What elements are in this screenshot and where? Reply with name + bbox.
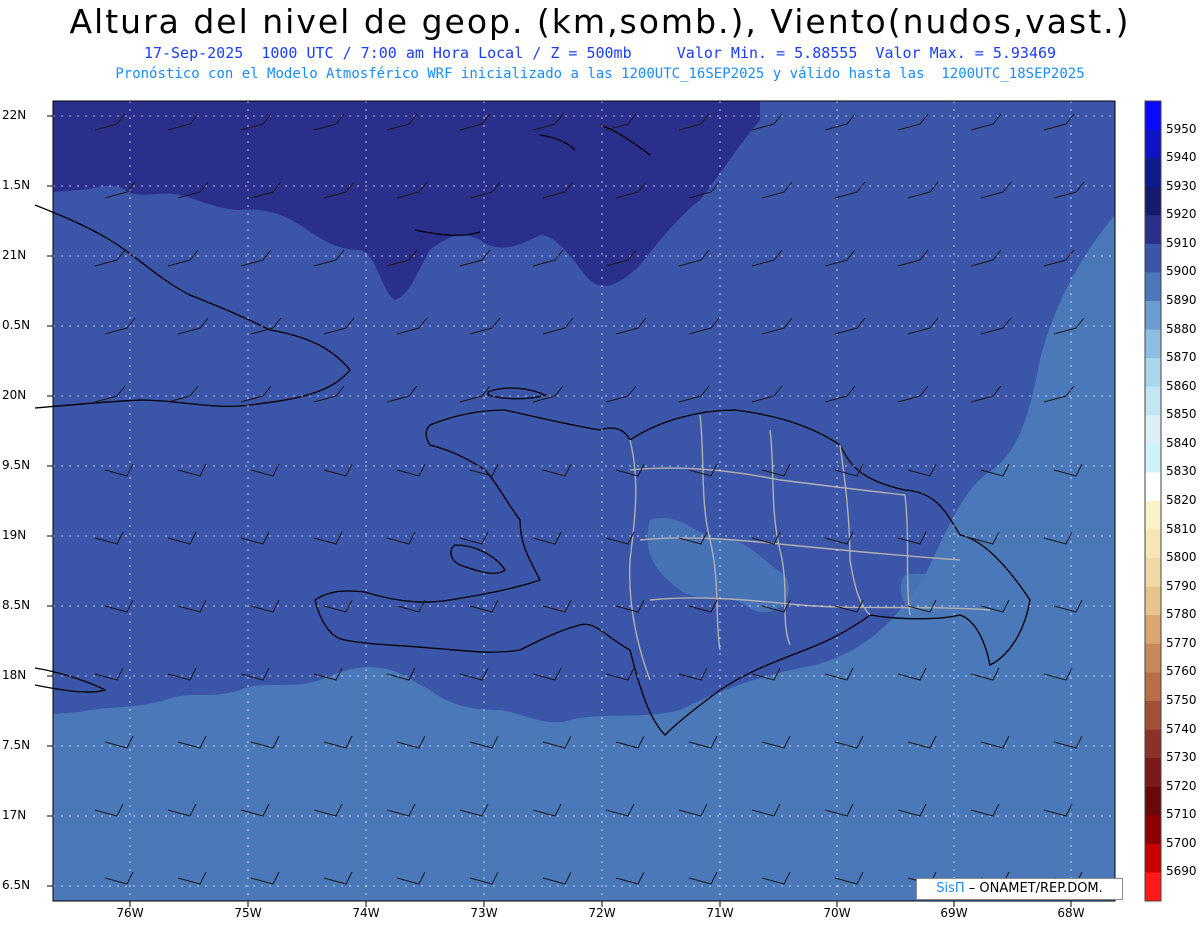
lat-label: 9.5N [2,458,31,472]
colorbar-swatch [1145,243,1161,273]
colorbar-swatch [1145,272,1161,302]
colorbar-label: 5750 [1166,693,1197,707]
colorbar-swatch [1145,643,1161,673]
colorbar-label: 5950 [1166,121,1197,136]
colorbar-swatch [1145,472,1161,502]
lat-label: 6.5N [2,878,31,892]
colorbar-label: 5940 [1166,150,1197,165]
colorbar-swatch [1145,701,1161,731]
colorbar-label: 5920 [1166,207,1197,222]
colorbar-label: 5730 [1166,750,1197,765]
colorbar-label: 5810 [1166,521,1197,536]
lon-label: 69W [940,906,968,920]
colorbar-swatch [1145,501,1161,531]
lat-label: 7.5N [2,738,31,752]
lat-label: 1.5N [2,178,31,192]
credit-box: SisΠ – ONAMET/REP.DOM. [916,878,1123,900]
lat-label: 22N [2,108,27,122]
colorbar-label: 5800 [1166,550,1197,565]
lon-label: 73W [470,906,498,920]
colorbar-label: 5890 [1166,293,1197,307]
colorbar-label: 5840 [1166,435,1197,450]
colorbar-swatch [1145,415,1161,445]
colorbar-swatch [1145,386,1161,416]
colorbar-swatch [1145,529,1161,559]
lon-label: 74W [352,906,380,920]
colorbar-label: 5870 [1166,350,1197,365]
colorbar-swatch [1145,215,1161,245]
colorbar-label: 5790 [1166,578,1197,593]
colorbar-label: 5690 [1166,864,1197,879]
colorbar-swatch [1145,758,1161,788]
colorbar-swatch [1145,815,1161,845]
colorbar-label: 5720 [1166,778,1197,793]
colorbar-label: 5880 [1166,321,1197,336]
lon-label: 70W [823,906,851,920]
colorbar-label: 5850 [1166,407,1197,422]
colorbar-label: 5710 [1166,807,1197,822]
colorbar-swatch [1145,129,1161,159]
colorbar-swatch [1145,558,1161,588]
lon-label: 72W [588,906,616,920]
sispi-logo: SisΠ [936,881,965,896]
lon-label: 75W [234,906,262,920]
colorbar-swatch [1145,358,1161,388]
colorbar-swatch [1145,443,1161,473]
colorbar-label: 5900 [1166,264,1197,279]
map-canvas [34,100,1162,907]
colorbar-label: 5860 [1166,378,1197,393]
lat-label: 17N [2,808,27,822]
lon-label: 68W [1057,906,1085,920]
colorbar-swatch [1145,586,1161,616]
colorbar-label: 5910 [1166,235,1197,250]
lat-label: 21N [2,248,27,262]
colorbar-swatch [1145,186,1161,216]
colorbar-swatch [1145,301,1161,331]
colorbar-label: 5820 [1166,493,1197,507]
colorbar-swatch [1145,672,1161,702]
lat-label: 20N [2,388,27,402]
colorbar-swatch [1145,729,1161,759]
colorbar-label: 5780 [1166,607,1197,622]
colorbar-swatch [1145,615,1161,645]
lat-label: 19N [2,528,27,542]
lat-label: 8.5N [2,598,31,612]
colorbar-swatch [1145,329,1161,359]
colorbar-label: 5760 [1166,664,1197,679]
lon-label: 76W [116,906,144,920]
lon-label: 71W [706,906,734,920]
colorbar-label: 5740 [1166,721,1197,736]
colorbar-label: 5700 [1166,835,1197,850]
colorbar-swatch [1145,843,1161,873]
colorbar [1145,101,1161,902]
colorbar-label: 5930 [1166,178,1197,193]
colorbar-swatch [1145,872,1161,902]
lat-label: 0.5N [2,318,31,332]
credit-text: – ONAMET/REP.DOM. [968,881,1103,896]
colorbar-swatch [1145,158,1161,188]
colorbar-label: 5770 [1166,635,1197,650]
lat-label: 18N [2,668,27,682]
colorbar-swatch [1145,101,1161,131]
colorbar-label: 5830 [1166,464,1197,479]
colorbar-swatch [1145,786,1161,816]
